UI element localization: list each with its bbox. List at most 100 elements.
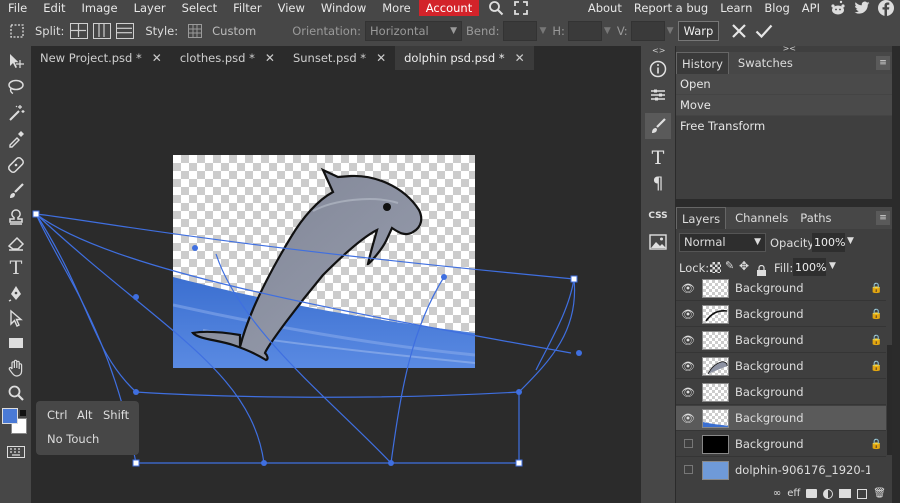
brush-tool-icon[interactable] (5, 180, 27, 202)
bend-input[interactable] (503, 21, 538, 41)
menu-about[interactable]: About (582, 0, 628, 16)
marquee-icon[interactable] (9, 23, 25, 39)
v-stepper-icon[interactable]: ▼ (667, 26, 674, 36)
orientation-select[interactable]: Horizontal ▼ (365, 21, 463, 41)
cancel-transform-icon[interactable] (731, 23, 747, 39)
search-icon[interactable] (488, 0, 504, 16)
bend-stepper-icon[interactable]: ▼ (539, 26, 546, 36)
link-layers-icon[interactable]: ∞ (773, 488, 781, 499)
tab-layers[interactable]: Layers (676, 207, 727, 229)
hand-tool-icon[interactable] (5, 357, 27, 379)
tab-clothes[interactable]: clothes.psd * ✕ (171, 46, 284, 70)
layer-row[interactable]: dolphin-906176_1920-10 (676, 458, 886, 481)
visibility-eye-icon[interactable]: 👁 (676, 334, 700, 347)
split-vertical-icon[interactable] (93, 23, 112, 39)
v-input[interactable] (630, 21, 665, 41)
mask-icon[interactable] (806, 489, 818, 498)
history-item[interactable]: Free Transform (676, 116, 892, 137)
move-tool-icon[interactable] (5, 50, 27, 72)
healing-tool-icon[interactable] (5, 154, 27, 176)
delete-layer-icon[interactable]: 🗑 (873, 488, 886, 499)
history-item[interactable]: Open (676, 74, 892, 95)
menu-view[interactable]: View (270, 0, 313, 16)
adjustments-icon[interactable] (645, 82, 671, 108)
layer-row[interactable]: 👁 Background 🔒 (676, 328, 886, 353)
tab-dolphin[interactable]: dolphin psd.psd * ✕ (395, 46, 534, 70)
opacity-dropdown-icon[interactable]: ▼ (847, 236, 854, 246)
menu-layer[interactable]: Layer (126, 0, 174, 16)
zoom-tool-icon[interactable] (5, 382, 27, 404)
layer-row[interactable]: 👁 Background 🔒 (676, 276, 886, 301)
h-input[interactable] (567, 21, 602, 41)
lasso-tool-icon[interactable] (5, 76, 27, 98)
style-value[interactable]: Custom (212, 24, 256, 38)
tab-sunset[interactable]: Sunset.psd * ✕ (284, 46, 395, 70)
reddit-icon[interactable] (830, 0, 846, 16)
image-icon[interactable] (645, 229, 671, 255)
text-tool-icon[interactable]: T (5, 257, 27, 279)
menu-image[interactable]: Image (74, 0, 126, 16)
keyboard-icon[interactable] (7, 443, 25, 458)
close-icon[interactable]: ✕ (265, 51, 275, 65)
fill-input[interactable]: 100% (793, 258, 826, 277)
document-image[interactable] (173, 155, 475, 368)
lock-all-icon[interactable] (756, 261, 767, 276)
style-grid-icon[interactable] (188, 24, 203, 38)
close-icon[interactable]: ✕ (515, 51, 525, 65)
split-horizontal-icon[interactable] (116, 23, 135, 39)
history-menu-icon[interactable]: ≡ (876, 56, 890, 70)
shift-key[interactable]: Shift (103, 408, 129, 422)
menu-blog[interactable]: Blog (758, 0, 795, 16)
fullscreen-icon[interactable] (514, 1, 529, 15)
info-icon[interactable] (645, 56, 671, 82)
layer-row[interactable]: 👁 Background 🔒 (676, 354, 886, 379)
history-item[interactable]: Move (676, 95, 892, 116)
eraser-tool-icon[interactable] (5, 232, 27, 254)
account-button[interactable]: Account (418, 0, 480, 16)
adjustment-layer-icon[interactable] (823, 488, 834, 499)
alt-key[interactable]: Alt (77, 408, 93, 422)
lock-position-icon[interactable]: ✥ (739, 259, 749, 273)
no-touch-toggle[interactable]: No Touch (47, 432, 99, 446)
split-none-icon[interactable] (70, 23, 89, 39)
menu-more[interactable]: More (374, 0, 419, 16)
fill-dropdown-icon[interactable]: ▼ (829, 261, 836, 271)
menu-window[interactable]: Window (313, 0, 374, 16)
layer-row-selected[interactable]: 👁 Background (676, 406, 886, 431)
visibility-eye-icon[interactable]: 👁 (676, 386, 700, 399)
close-icon[interactable]: ✕ (152, 51, 162, 65)
warp-button[interactable]: Warp (677, 21, 720, 41)
layer-effects-button[interactable]: eff (787, 488, 800, 499)
clone-stamp-tool-icon[interactable] (5, 206, 27, 228)
opacity-input[interactable]: 100% (812, 233, 845, 252)
menu-report-bug[interactable]: Report a bug (628, 0, 714, 16)
h-stepper-icon[interactable]: ▼ (604, 26, 611, 36)
visibility-checkbox[interactable] (676, 464, 700, 477)
close-icon[interactable]: ✕ (376, 51, 386, 65)
blend-mode-select[interactable]: Normal ▼ (679, 233, 766, 252)
commit-transform-icon[interactable] (755, 23, 773, 39)
visibility-eye-icon[interactable]: 👁 (676, 308, 700, 321)
menu-api[interactable]: API (796, 0, 826, 16)
tab-paths[interactable]: Paths (795, 207, 836, 229)
visibility-checkbox[interactable] (676, 438, 700, 451)
visibility-eye-icon[interactable]: 👁 (676, 412, 700, 425)
lock-pixels-icon[interactable]: ✎ (725, 259, 734, 272)
layers-menu-icon[interactable]: ≡ (876, 211, 890, 225)
pen-tool-icon[interactable] (5, 282, 27, 304)
swap-colors-icon[interactable] (20, 410, 26, 416)
paragraph-icon[interactable]: ¶ (645, 171, 671, 197)
menu-filter[interactable]: Filter (225, 0, 269, 16)
menu-select[interactable]: Select (174, 0, 225, 16)
twitter-icon[interactable] (854, 1, 870, 15)
lock-transparency-icon[interactable] (710, 262, 721, 273)
folder-icon[interactable] (839, 489, 852, 498)
shape-tool-icon[interactable] (5, 332, 27, 354)
layers-scrollbar[interactable] (887, 345, 892, 455)
menu-learn[interactable]: Learn (714, 0, 758, 16)
tab-swatches[interactable]: Swatches (733, 52, 798, 74)
new-layer-icon[interactable] (857, 488, 868, 499)
facebook-icon[interactable] (878, 0, 894, 16)
ctrl-key[interactable]: Ctrl (47, 408, 67, 422)
layer-row[interactable]: 👁 Background 🔒 (676, 302, 886, 327)
